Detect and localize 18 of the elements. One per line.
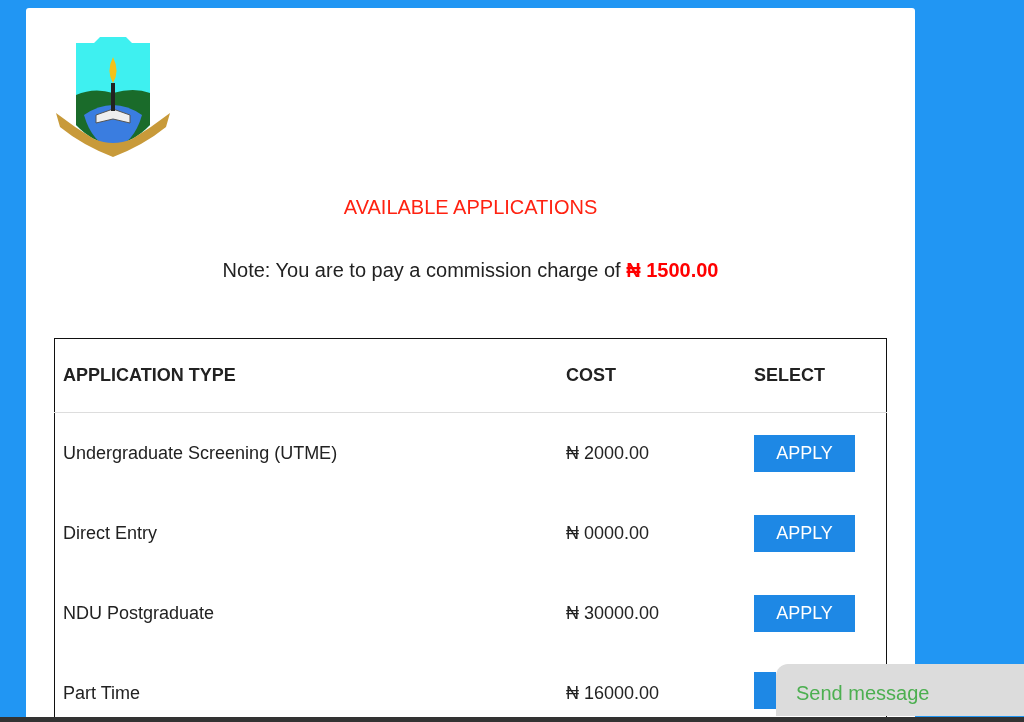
table-cell: ₦ 2000.00 bbox=[558, 412, 746, 493]
send-message-toast[interactable]: Send message bbox=[776, 664, 1024, 716]
column-header: APPLICATION TYPE bbox=[54, 338, 558, 413]
page-heading: AVAILABLE APPLICATIONS bbox=[343, 196, 598, 219]
table-cell: Direct Entry bbox=[54, 493, 558, 573]
column-header: SELECT bbox=[746, 338, 887, 413]
table-cell: Part Time bbox=[54, 653, 558, 722]
apply-button[interactable] bbox=[754, 672, 776, 709]
table-cell: Undergraduate Screening (UTME) bbox=[54, 412, 558, 493]
table-cell: NDU Postgraduate bbox=[54, 573, 558, 653]
commission-note: Note: You are to pay a commission charge of ₦ 1500.00 bbox=[222, 259, 719, 282]
apply-button[interactable]: APPLY bbox=[754, 594, 855, 632]
table-cell-text: ₦ 0000.00 bbox=[565, 521, 651, 545]
apply-button[interactable]: APPLY bbox=[754, 434, 855, 472]
apply-button[interactable]: APPLY bbox=[754, 514, 855, 552]
column-header: COST bbox=[558, 338, 746, 413]
table-cell-text: ₦ 16000.00 bbox=[565, 681, 661, 705]
table-cell-text: ₦ 30000.00 bbox=[565, 601, 661, 625]
